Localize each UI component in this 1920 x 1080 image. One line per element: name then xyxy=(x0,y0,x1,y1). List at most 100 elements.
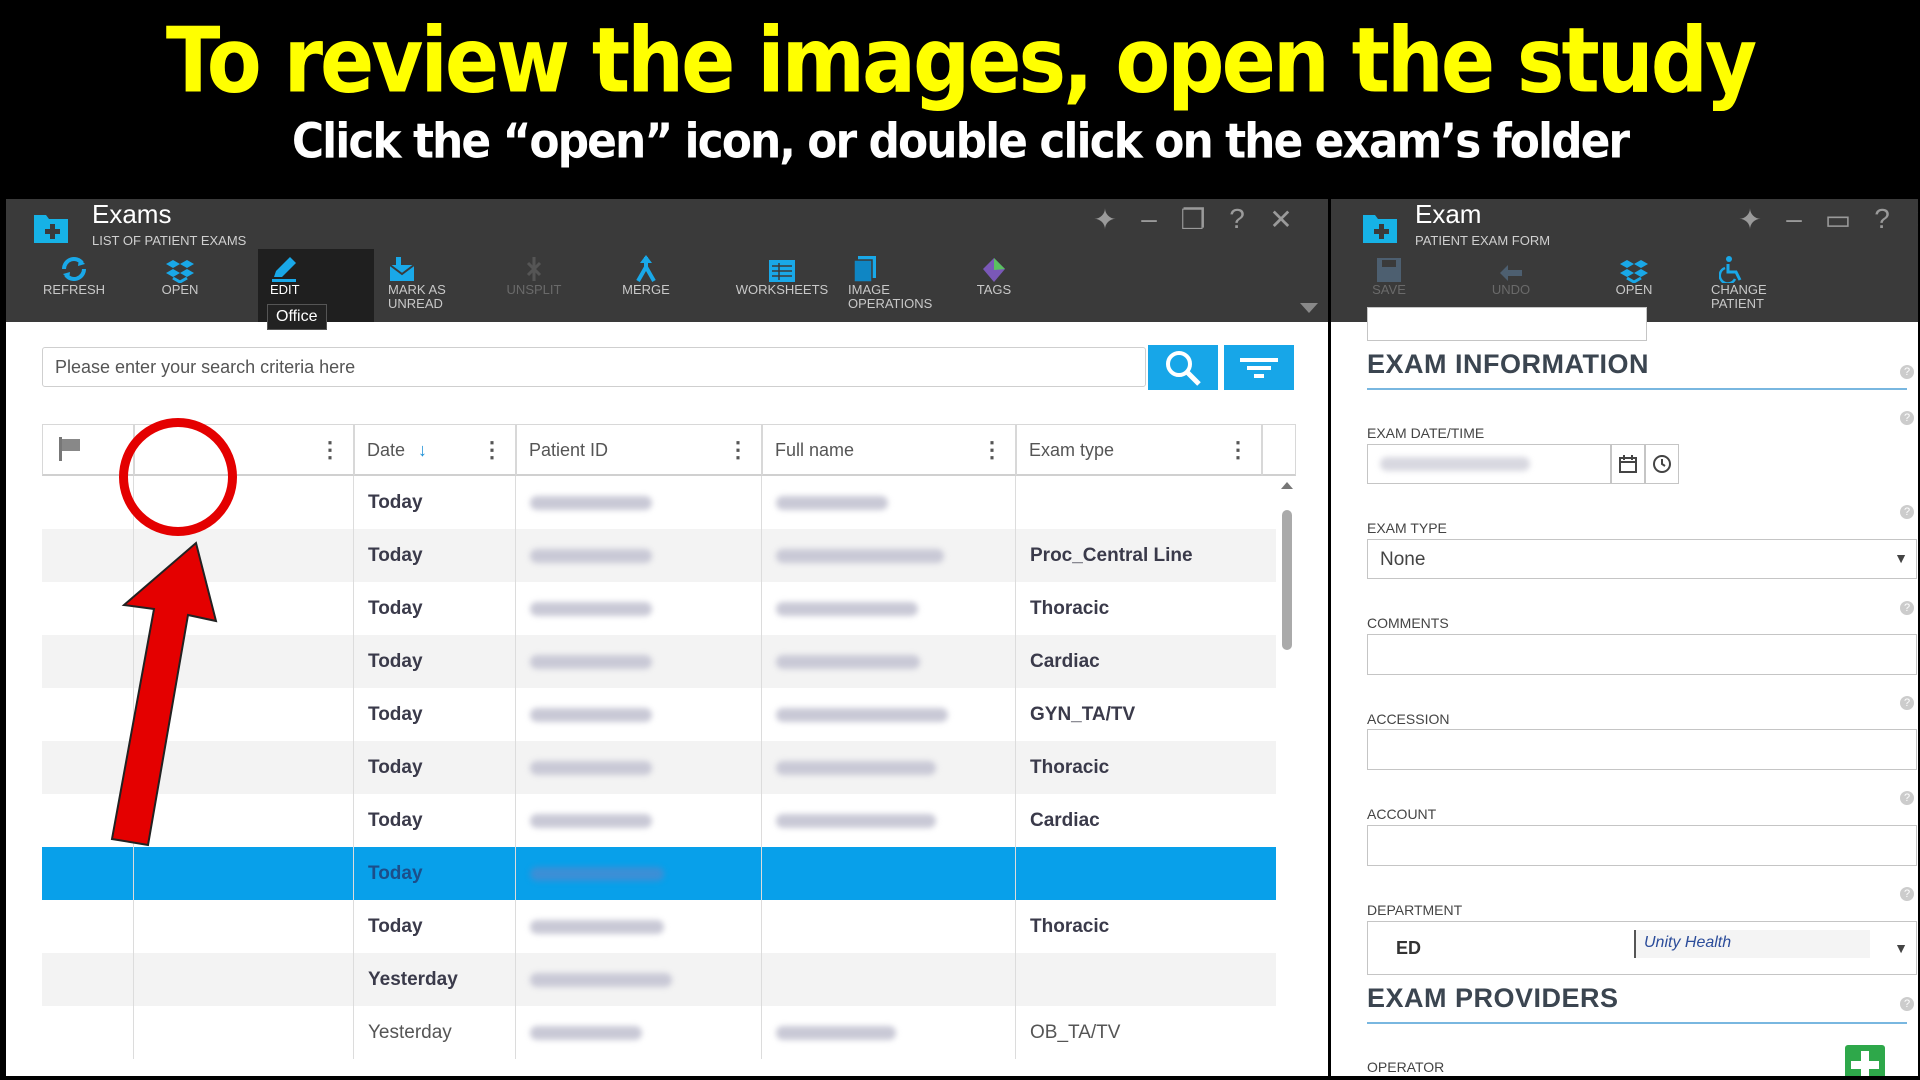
refresh-button[interactable]: REFRESH xyxy=(34,249,114,322)
department-label: DEPARTMENT xyxy=(1367,902,1463,918)
column-menu-icon[interactable]: ⋮ xyxy=(481,437,503,463)
column-header-patient-id[interactable]: Patient ID ⋮ xyxy=(516,424,762,476)
previous-field[interactable] xyxy=(1367,307,1647,341)
cell-patient-id xyxy=(516,476,762,529)
column-header-full-name-label: Full name xyxy=(775,440,855,460)
search-input[interactable]: Please enter your search criteria here xyxy=(42,347,1146,387)
redacted-text xyxy=(776,654,920,669)
tags-button[interactable]: TAGS xyxy=(964,249,1024,322)
help-icon[interactable]: ? xyxy=(1900,365,1914,379)
help-icon[interactable]: ? xyxy=(1900,601,1914,615)
accession-field[interactable] xyxy=(1367,729,1917,770)
tags-label: TAGS xyxy=(976,282,1012,297)
table-row[interactable]: Yesterday xyxy=(42,953,1278,1006)
cell-date: Today xyxy=(354,635,516,688)
column-menu-icon[interactable]: ⋮ xyxy=(1227,437,1249,463)
add-operator-button[interactable] xyxy=(1845,1045,1885,1076)
help-icon[interactable]: ? xyxy=(1900,411,1914,425)
cell-date: Today xyxy=(354,476,516,529)
minimize-icon[interactable]: – xyxy=(1779,203,1809,236)
help-icon[interactable]: ? xyxy=(1222,203,1252,236)
redacted-text xyxy=(776,760,936,775)
annotation-circle xyxy=(119,418,237,536)
cell-status xyxy=(134,900,354,953)
account-field[interactable] xyxy=(1367,825,1917,866)
calendar-button[interactable] xyxy=(1611,444,1645,484)
table-row[interactable]: Today Proc_Central Line xyxy=(42,529,1278,582)
search-icon xyxy=(1166,350,1201,386)
change-patient-icon xyxy=(1719,256,1742,283)
refresh-label: REFRESH xyxy=(42,282,106,297)
table-row[interactable]: Today Thoracic xyxy=(42,582,1278,635)
column-menu-icon[interactable]: ⋮ xyxy=(727,437,749,463)
cell-flag xyxy=(42,953,134,1006)
toolbar-overflow-icon[interactable] xyxy=(1300,303,1318,313)
column-header-exam-type[interactable]: Exam type ⋮ xyxy=(1016,424,1262,476)
redacted-text xyxy=(530,972,672,987)
maximize-icon[interactable]: ▭ xyxy=(1823,203,1853,236)
exam-type-select[interactable]: None ▼ xyxy=(1367,539,1917,579)
table-scrollbar[interactable] xyxy=(1276,476,1296,1076)
cell-exam-type: Cardiac xyxy=(1016,794,1278,847)
image-operations-button[interactable]: IMAGE OPERATIONS xyxy=(848,249,938,322)
tags-icon xyxy=(983,258,1005,282)
edit-pencil-icon xyxy=(272,257,296,282)
table-row[interactable]: Today Thoracic xyxy=(42,741,1278,794)
search-button[interactable] xyxy=(1148,345,1218,390)
cell-status xyxy=(134,953,354,1006)
close-icon[interactable]: ✕ xyxy=(1911,203,1918,236)
change-patient-button[interactable]: CHANGE PATIENT xyxy=(1711,249,1811,322)
help-icon[interactable]: ? xyxy=(1900,887,1914,901)
cell-exam-type: Cardiac xyxy=(1016,635,1278,688)
column-header-date[interactable]: Date ↓ ⋮ xyxy=(354,424,516,476)
redacted-text xyxy=(530,1025,642,1040)
cell-status xyxy=(134,847,354,900)
column-header-exam-type-label: Exam type xyxy=(1029,440,1115,460)
exam-app-icon xyxy=(1363,215,1397,243)
column-header-full-name[interactable]: Full name ⋮ xyxy=(762,424,1016,476)
close-icon[interactable]: ✕ xyxy=(1266,203,1296,236)
mark-as-unread-label: MARK AS UNREAD xyxy=(388,282,446,311)
clock-button[interactable] xyxy=(1645,444,1679,484)
table-row[interactable]: Today Cardiac xyxy=(42,794,1278,847)
table-row[interactable]: Today Thoracic xyxy=(42,900,1278,953)
accession-label: ACCESSION xyxy=(1367,711,1450,727)
cell-patient-id xyxy=(516,635,762,688)
filter-button[interactable] xyxy=(1224,345,1294,390)
restore-icon[interactable]: ❐ xyxy=(1178,203,1208,236)
department-value: ED xyxy=(1396,938,1422,958)
pin-icon[interactable]: ✦ xyxy=(1090,203,1120,236)
exam-datetime-field[interactable] xyxy=(1367,444,1611,484)
merge-button[interactable]: MERGE xyxy=(606,249,686,322)
column-header-spacer xyxy=(1262,424,1296,476)
help-icon[interactable]: ? xyxy=(1900,505,1914,519)
cell-status xyxy=(134,1006,354,1059)
worksheets-button[interactable]: WORKSHEETS xyxy=(732,249,832,322)
banner-title: To review the images, open the study xyxy=(165,8,1757,113)
minimize-icon[interactable]: – xyxy=(1134,203,1164,236)
plus-icon-bar xyxy=(1851,1061,1879,1069)
screen: To review the images, open the study Cli… xyxy=(0,0,1920,1080)
table-row[interactable]: Today Cardiac xyxy=(42,635,1278,688)
scrollbar-thumb[interactable] xyxy=(1282,510,1292,650)
scroll-up-icon[interactable] xyxy=(1281,482,1293,489)
unsplit-button[interactable]: UNSPLIT xyxy=(494,249,574,322)
cell-date: Today xyxy=(354,847,516,900)
redacted-text xyxy=(776,1025,896,1040)
column-menu-icon[interactable]: ⋮ xyxy=(981,437,1003,463)
pin-icon[interactable]: ✦ xyxy=(1735,203,1765,236)
table-row[interactable]: Today GYN_TA/TV xyxy=(42,688,1278,741)
table-row[interactable]: Today xyxy=(42,847,1278,900)
mark-as-unread-button[interactable]: MARK AS UNREAD xyxy=(388,249,478,322)
help-icon[interactable]: ? xyxy=(1900,997,1914,1011)
open-button[interactable]: OPEN xyxy=(140,249,220,322)
department-select[interactable]: ED Unity Health ▼ xyxy=(1367,921,1917,975)
exam-form-window: Exam PATIENT EXAM FORM ✦ – ▭ ? ✕ SAVE UN… xyxy=(1331,199,1918,1076)
cell-patient-id xyxy=(516,1006,762,1059)
help-icon[interactable]: ? xyxy=(1867,203,1897,236)
comments-field[interactable] xyxy=(1367,634,1917,675)
help-icon[interactable]: ? xyxy=(1900,696,1914,710)
table-row[interactable]: Yesterday OB_TA/TV xyxy=(42,1006,1278,1059)
help-icon[interactable]: ? xyxy=(1900,791,1914,805)
column-menu-icon[interactable]: ⋮ xyxy=(319,437,341,463)
